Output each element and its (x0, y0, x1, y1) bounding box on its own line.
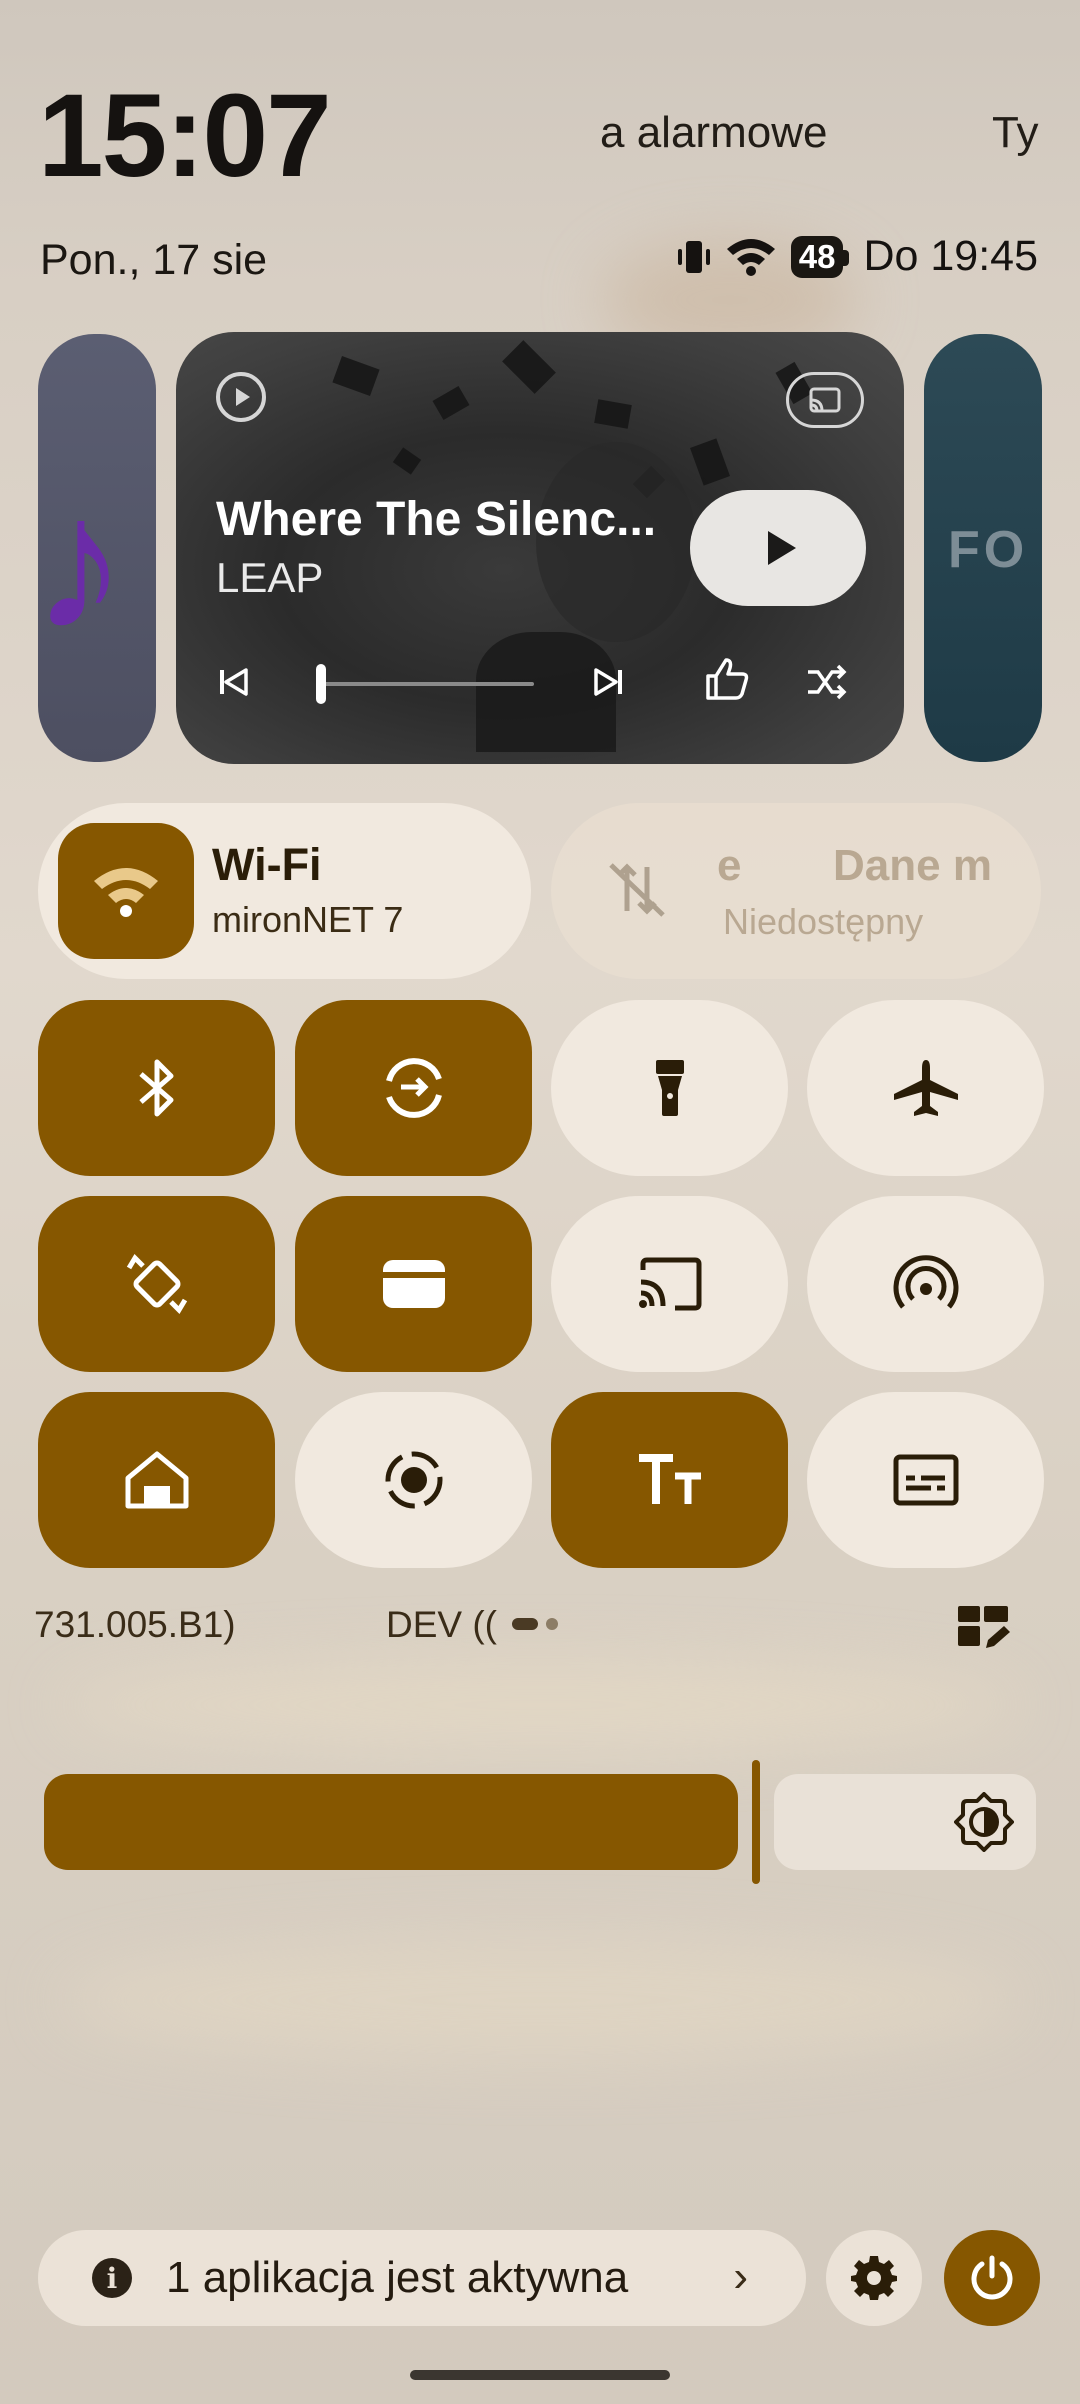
airplane-icon (893, 1060, 958, 1116)
bluetooth-tile[interactable] (38, 1000, 275, 1176)
hotspot-icon (893, 1255, 958, 1309)
music-note-icon: ♪ (38, 457, 127, 669)
media-card-next[interactable]: FO (924, 334, 1042, 762)
auto-rotate-tile[interactable] (38, 1196, 275, 1372)
thumbs-up-icon[interactable] (702, 654, 752, 704)
flashlight-tile[interactable] (551, 1000, 788, 1176)
alarm-label: a alarmowe (600, 108, 828, 157)
mobile-data-status: Niedostępny (723, 901, 924, 942)
auto-brightness-icon[interactable] (954, 1792, 1014, 1852)
screen-cast-tile[interactable] (551, 1196, 788, 1372)
cast-icon (809, 387, 841, 413)
wifi-label: Wi-Fi (212, 839, 322, 890)
power-icon (971, 2255, 1013, 2300)
song-title: Where The Silenc... (216, 493, 657, 546)
wifi-network: mironNET 7 (212, 899, 404, 940)
screen-record-icon (385, 1451, 442, 1509)
wifi-icon (94, 868, 158, 917)
home-icon (125, 1451, 188, 1509)
date-label[interactable]: Pon., 17 sie (40, 236, 267, 285)
live-caption-tile[interactable] (807, 1392, 1044, 1568)
wifi-tile[interactable]: Wi-Fi mironNET 7 (38, 803, 531, 979)
font-size-tile[interactable] (551, 1392, 788, 1568)
wallet-tile[interactable] (295, 1196, 532, 1372)
power-button[interactable] (944, 2230, 1040, 2326)
airplane-mode-tile[interactable] (807, 1000, 1044, 1176)
active-apps-label: 1 aplikacja jest aktywna (166, 2253, 629, 2302)
next-track-icon[interactable] (588, 662, 628, 702)
brightness-slider-fill[interactable] (44, 1774, 738, 1870)
gear-icon (851, 2256, 897, 2300)
user-label: Ty (992, 108, 1039, 157)
data-saver-icon (385, 1058, 442, 1118)
page-dot (546, 1618, 558, 1630)
song-artist: LEAP (216, 554, 324, 601)
seek-thumb[interactable] (316, 664, 326, 704)
active-apps-button[interactable]: i 1 aplikacja jest aktywna › (38, 2230, 806, 2326)
battery-indicator: 48 (790, 235, 850, 278)
page-dot-active (512, 1618, 538, 1630)
screen-cast-icon (638, 1257, 701, 1311)
media-player-card[interactable]: Where The Silenc... LEAP (176, 332, 904, 764)
wifi-signal-icon (726, 238, 775, 276)
data-saver-tile[interactable] (295, 1000, 532, 1176)
live-caption-icon (893, 1454, 958, 1506)
font-size-icon (638, 1454, 701, 1504)
mobile-data-label: Dane m (833, 841, 992, 890)
page-indicator (512, 1618, 558, 1630)
gesture-navigation-bar[interactable] (410, 2370, 670, 2380)
info-icon: i (92, 2258, 132, 2298)
settings-button[interactable] (826, 2230, 922, 2326)
youtube-music-icon (216, 372, 266, 422)
edit-tiles-icon[interactable] (956, 1604, 1012, 1652)
vibrate-icon (677, 240, 710, 273)
mobile-data-prefix: e (717, 841, 742, 890)
media-card-previous[interactable]: ♪ (38, 334, 156, 762)
play-icon (768, 531, 796, 565)
mobile-data-off-icon (609, 863, 665, 917)
screen-record-tile[interactable] (295, 1392, 532, 1568)
wallet-icon (382, 1260, 445, 1308)
wifi-toggle[interactable] (58, 823, 194, 959)
build-number[interactable]: 731.005.B1) (34, 1604, 236, 1646)
previous-track-icon[interactable] (214, 662, 254, 702)
brightness-slider-handle[interactable] (752, 1760, 760, 1884)
bluetooth-icon (138, 1059, 173, 1117)
auto-rotate-icon (126, 1253, 187, 1315)
home-tile[interactable] (38, 1392, 275, 1568)
flashlight-icon (655, 1060, 684, 1116)
status-icons: 48 Do 19:45 (677, 232, 1038, 281)
play-button[interactable] (690, 490, 866, 606)
output-switcher-button[interactable] (786, 372, 864, 428)
seek-bar[interactable] (316, 682, 534, 686)
mobile-data-tile[interactable]: e Dane m Niedostępny (551, 803, 1041, 979)
chevron-right-icon: › (733, 2252, 748, 2301)
shuffle-icon[interactable] (804, 662, 848, 702)
hotspot-tile[interactable] (807, 1196, 1044, 1372)
battery-until-label: Do 19:45 (863, 232, 1038, 280)
next-card-art-text: FO (948, 521, 1029, 579)
clock[interactable]: 15:07 (38, 68, 332, 204)
build-channel[interactable]: DEV (( (386, 1604, 497, 1646)
